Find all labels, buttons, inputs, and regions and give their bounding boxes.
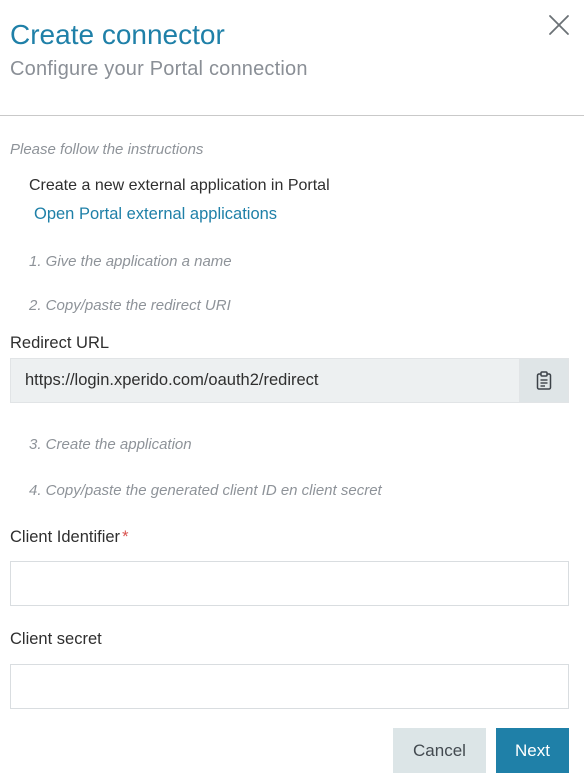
step-2: 2. Copy/paste the redirect URI bbox=[29, 297, 231, 314]
client-id-label: Client Identifier * bbox=[10, 528, 128, 547]
client-secret-label: Client secret bbox=[10, 630, 102, 648]
cancel-button[interactable]: Cancel bbox=[393, 728, 486, 773]
open-portal-link[interactable]: Open Portal external applications bbox=[34, 205, 277, 224]
step-1: 1. Give the application a name bbox=[29, 253, 232, 270]
close-button[interactable] bbox=[546, 12, 572, 38]
client-secret-input[interactable] bbox=[10, 664, 569, 709]
create-app-instruction: Create a new external application in Por… bbox=[29, 177, 330, 194]
redirect-url-value: https://login.xperido.com/oauth2/redirec… bbox=[25, 371, 319, 389]
header-divider bbox=[0, 115, 584, 116]
copy-redirect-button[interactable] bbox=[519, 359, 568, 402]
next-button[interactable]: Next bbox=[496, 728, 569, 773]
dialog-title: Create connector bbox=[10, 19, 225, 50]
redirect-url-label: Redirect URL bbox=[10, 334, 110, 352]
dialog-header: Create connector Configure your Portal c… bbox=[10, 16, 308, 84]
close-icon bbox=[549, 15, 569, 35]
step-4: 4. Copy/paste the generated client ID en… bbox=[29, 482, 382, 499]
create-connector-dialog: Create connector Configure your Portal c… bbox=[0, 0, 584, 783]
required-marker: * bbox=[122, 528, 129, 546]
dialog-subtitle: Configure your Portal connection bbox=[10, 58, 308, 80]
instructions-intro: Please follow the instructions bbox=[10, 141, 204, 158]
client-id-input[interactable] bbox=[10, 561, 569, 606]
step-3: 3. Create the application bbox=[29, 436, 192, 453]
clipboard-icon bbox=[536, 371, 552, 390]
client-id-label-text: Client Identifier bbox=[10, 528, 121, 546]
redirect-url-field: https://login.xperido.com/oauth2/redirec… bbox=[10, 358, 569, 403]
